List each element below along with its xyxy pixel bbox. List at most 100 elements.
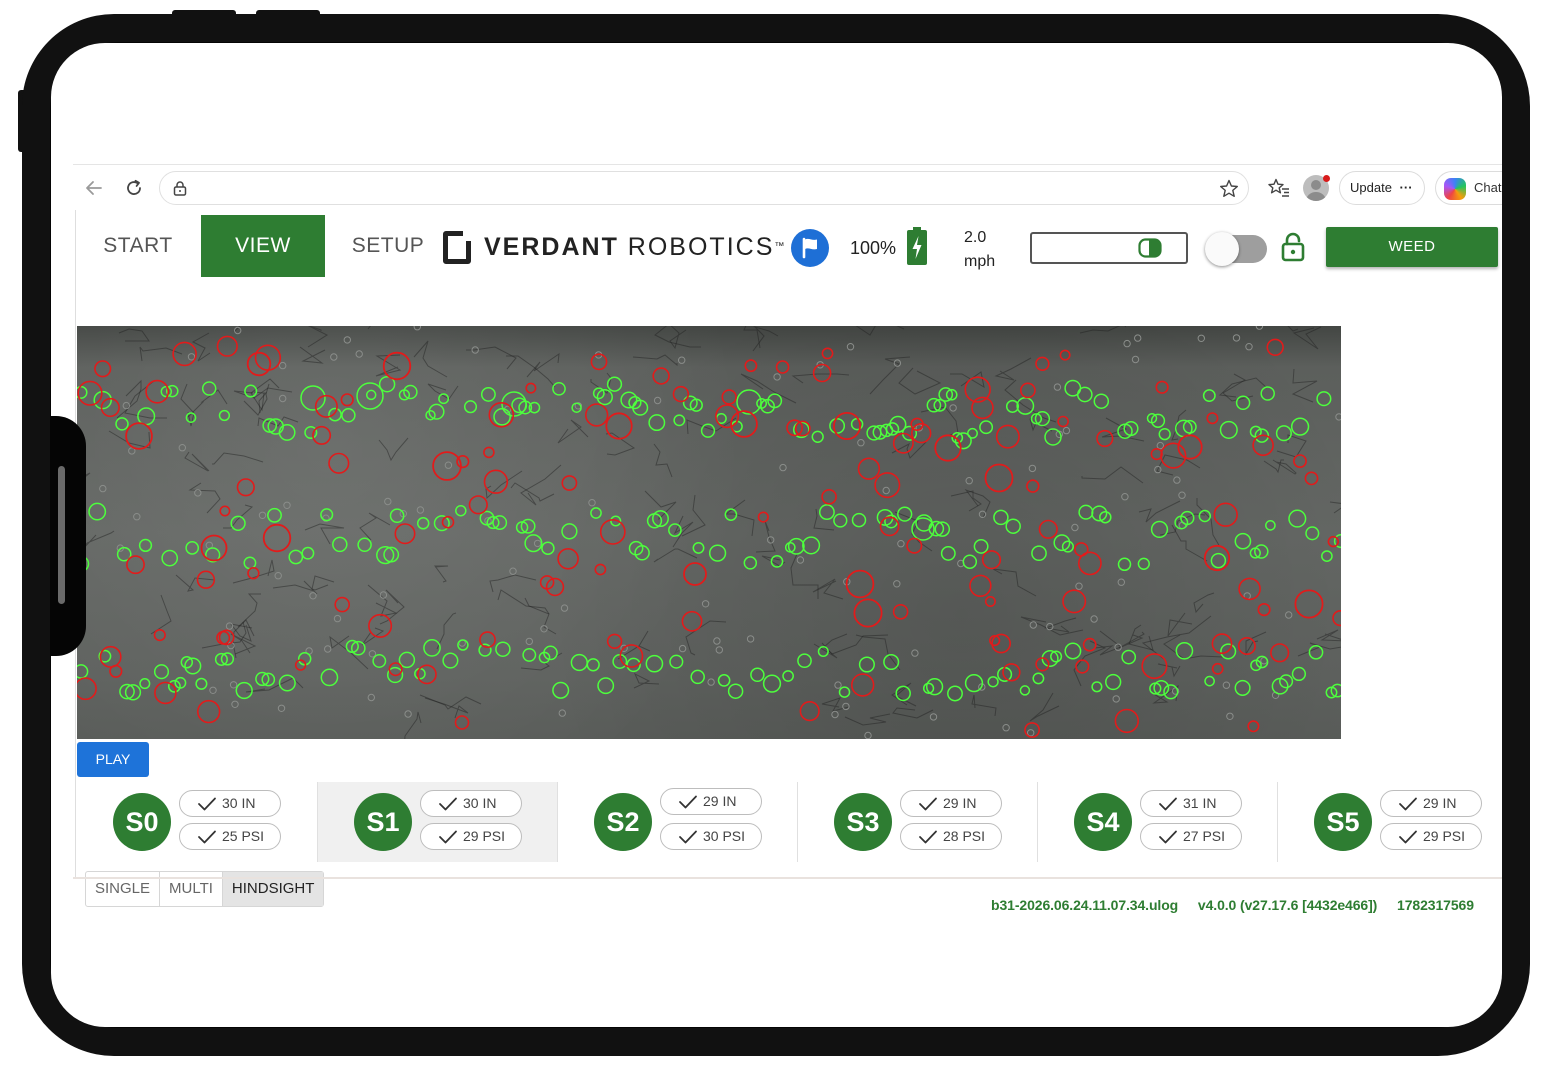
crop-detection xyxy=(88,502,107,521)
tab-view[interactable]: VIEW xyxy=(201,215,325,277)
soil-crack xyxy=(1272,459,1297,475)
unlock-icon[interactable] xyxy=(1281,232,1305,262)
copilot-chat-button[interactable]: Chat ⌄ xyxy=(1435,171,1502,205)
soil-crack xyxy=(653,443,673,478)
sensor-s4[interactable]: S4 31 IN 27 PSI xyxy=(1037,782,1277,862)
height-value: 30 IN xyxy=(222,795,256,811)
ground-marker xyxy=(333,614,342,623)
weed-detection xyxy=(236,478,255,497)
soil-crack xyxy=(188,482,221,514)
crop-detection xyxy=(389,508,405,524)
soil-crack xyxy=(855,326,905,336)
weed-detection xyxy=(153,629,166,642)
soil-crack xyxy=(424,697,469,719)
crop-detection xyxy=(561,523,578,540)
crop-detection xyxy=(278,423,296,441)
ground-marker xyxy=(1197,334,1206,343)
soil-crack xyxy=(1291,368,1318,403)
weed-detection xyxy=(594,563,607,576)
crop-detection xyxy=(1321,550,1333,562)
camera-feed[interactable] xyxy=(77,326,1341,739)
weed-detection xyxy=(590,353,608,371)
soil-crack xyxy=(237,593,261,628)
flag-icon[interactable] xyxy=(791,229,829,267)
soil-crack xyxy=(632,354,678,367)
crop-detection xyxy=(341,408,356,423)
crop-detection xyxy=(1078,504,1094,520)
weed-detection xyxy=(545,577,565,597)
weed-detection xyxy=(1206,412,1219,425)
ground-marker xyxy=(122,401,130,410)
weed-detection xyxy=(1075,659,1090,674)
weed-detection xyxy=(1038,519,1058,539)
weed-detection xyxy=(557,548,579,570)
brand-bold: VERDANT xyxy=(484,233,619,261)
weed-detection xyxy=(394,523,416,545)
crop-detection xyxy=(442,652,459,669)
address-bar[interactable] xyxy=(159,171,1249,205)
crop-detection xyxy=(743,556,758,570)
update-button[interactable]: Update ··· xyxy=(1339,171,1425,205)
back-arrow-icon[interactable] xyxy=(83,177,105,199)
crop-detection xyxy=(833,513,848,528)
tablet-screen: Update ··· Chat ⌄ START VIEW SETUP VERDA… xyxy=(51,43,1502,1027)
tab-setup[interactable]: SETUP xyxy=(338,215,438,277)
ground-marker xyxy=(444,461,453,469)
crop-detection xyxy=(372,654,387,668)
ground-marker xyxy=(1090,615,1098,623)
ground-marker xyxy=(1173,476,1181,484)
sensor-s0[interactable]: S0 30 IN 25 PSI xyxy=(77,782,317,862)
weed-detection xyxy=(1304,471,1319,486)
ground-marker xyxy=(796,556,805,564)
crop-detection xyxy=(1291,666,1307,682)
weed-detection xyxy=(605,412,633,440)
tab-start[interactable]: START xyxy=(82,215,194,277)
crop-detection xyxy=(717,674,731,687)
weed-detection xyxy=(652,367,670,385)
ground-marker xyxy=(842,702,850,711)
play-button[interactable]: PLAY xyxy=(77,742,149,777)
soil-crack xyxy=(964,488,991,519)
sensor-s3[interactable]: S3 29 IN 28 PSI xyxy=(797,782,1037,862)
soil-crack xyxy=(118,328,150,342)
favorites-icon[interactable] xyxy=(1267,177,1291,199)
crop-detection xyxy=(940,545,956,561)
soil-crack xyxy=(150,594,172,635)
sensor-s1[interactable]: S1 30 IN 29 PSI xyxy=(317,782,557,862)
ground-marker xyxy=(911,649,919,657)
ground-marker xyxy=(653,396,662,405)
ground-marker xyxy=(1117,578,1126,586)
crop-detection xyxy=(480,386,496,402)
ground-marker xyxy=(949,404,957,412)
arm-toggle[interactable] xyxy=(1205,232,1267,266)
crop-detection xyxy=(1254,544,1269,559)
crop-detection xyxy=(1031,545,1047,562)
reload-icon[interactable] xyxy=(123,177,145,199)
crop-detection xyxy=(1064,642,1082,660)
crop-detection xyxy=(185,541,200,555)
soil-crack xyxy=(175,574,216,592)
crop-detection xyxy=(692,541,705,554)
star-icon[interactable] xyxy=(1218,178,1240,200)
weed-detection xyxy=(382,351,412,381)
weed-detection xyxy=(1293,454,1307,468)
soil-crack xyxy=(489,574,537,593)
weed-detection xyxy=(219,505,231,517)
sensor-s2[interactable]: S2 29 IN 30 PSI xyxy=(557,782,797,862)
weed-detection xyxy=(1073,542,1089,557)
weed-button[interactable]: WEED xyxy=(1326,227,1498,267)
soil-crack xyxy=(1081,466,1144,484)
weed-detection xyxy=(1211,662,1224,675)
soil-crack xyxy=(1245,631,1267,656)
weed-detection xyxy=(892,603,909,620)
update-label: Update xyxy=(1350,180,1392,195)
crop-detection xyxy=(493,407,511,426)
ground-marker xyxy=(187,353,196,361)
spray-slider[interactable] xyxy=(1030,232,1188,264)
soil-crack xyxy=(855,634,901,671)
soil-crack xyxy=(1167,612,1193,637)
weed-detection xyxy=(910,422,932,444)
crop-detection xyxy=(1288,509,1307,528)
sensor-s5[interactable]: S5 29 IN 29 PSI xyxy=(1277,782,1502,862)
notification-dot xyxy=(1323,175,1330,182)
